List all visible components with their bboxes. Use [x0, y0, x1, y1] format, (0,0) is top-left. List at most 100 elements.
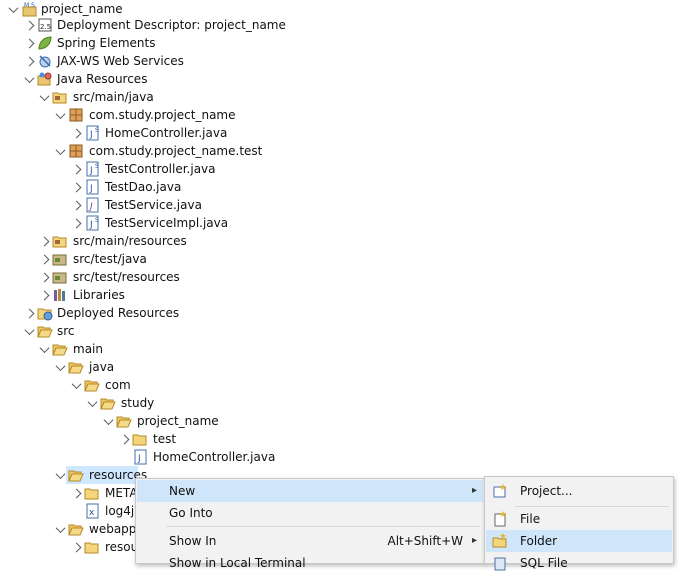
- tree-item-label: resou: [105, 540, 139, 554]
- tree-item-label: HomeController.java: [105, 126, 228, 140]
- tree-row-java-file[interactable]: J TestDao.java: [0, 178, 678, 196]
- chevron-down-icon[interactable]: [39, 88, 49, 106]
- test-source-folder-icon: [52, 269, 68, 285]
- tree-item-label: Deployed Resources: [57, 306, 180, 320]
- chevron-down-icon[interactable]: [103, 412, 113, 430]
- chevron-right-icon[interactable]: [24, 304, 34, 322]
- tree-row-jax-ws[interactable]: JAX-WS Web Services: [0, 52, 678, 70]
- chevron-down-icon[interactable]: [55, 466, 65, 484]
- chevron-down-icon[interactable]: [39, 340, 49, 358]
- tree-row-src-main-java[interactable]: src/main/java: [0, 88, 678, 106]
- chevron-down-icon[interactable]: [24, 70, 34, 88]
- submenu-item-file[interactable]: File: [486, 508, 672, 530]
- tree-row-package[interactable]: com.study.project_name: [0, 106, 678, 124]
- svg-text:S: S: [95, 217, 99, 224]
- chevron-down-icon[interactable]: [24, 322, 34, 340]
- tree-row-java[interactable]: java: [0, 358, 678, 376]
- menu-item-go-into[interactable]: Go Into: [137, 502, 483, 524]
- web-services-icon: [37, 53, 53, 69]
- chevron-right-icon[interactable]: [71, 124, 81, 142]
- tree-item-label: src/main/resources: [73, 234, 187, 248]
- tree-item-label: src/main/java: [73, 90, 154, 104]
- tree-row-libraries[interactable]: Libraries: [0, 286, 678, 304]
- xml-file-icon: x: [85, 503, 101, 519]
- chevron-right-icon[interactable]: [71, 160, 81, 178]
- context-menu: New ▸ Go Into Show In Alt+Shift+W ▸ Show…: [135, 478, 485, 570]
- shortcut-label: Alt+Shift+W: [387, 534, 464, 548]
- chevron-right-icon[interactable]: [71, 178, 81, 196]
- chevron-right-icon[interactable]: [71, 538, 81, 556]
- menu-item-show-in-local-terminal[interactable]: Show in Local Terminal: [137, 552, 483, 574]
- java-file-icon: JS: [85, 161, 101, 177]
- tree-row-java-file[interactable]: JS TestServiceImpl.java: [0, 214, 678, 232]
- folder-icon: [84, 539, 100, 555]
- chevron-down-icon[interactable]: [55, 520, 65, 538]
- tree-row-src-test-java[interactable]: src/test/java: [0, 250, 678, 268]
- folder-icon: [132, 431, 148, 447]
- chevron-right-icon[interactable]: [24, 52, 34, 70]
- chevron-right-icon[interactable]: [39, 232, 49, 250]
- chevron-down-icon[interactable]: [71, 376, 81, 394]
- chevron-right-icon[interactable]: [39, 268, 49, 286]
- tree-row-java-resources[interactable]: Java Resources: [0, 70, 678, 88]
- submenu-item-project[interactable]: Project...: [486, 480, 672, 502]
- new-file-icon: [492, 511, 508, 527]
- tree-row-src[interactable]: src: [0, 322, 678, 340]
- tree-row-package-test[interactable]: com.study.project_name.test: [0, 142, 678, 160]
- open-folder-icon: [68, 467, 84, 483]
- tree-item-label: com.study.project_name: [89, 108, 236, 122]
- tree-row-file[interactable]: J HomeController.java: [0, 448, 678, 466]
- chevron-right-icon[interactable]: [71, 196, 81, 214]
- chevron-right-icon[interactable]: [24, 34, 34, 52]
- tree-row-deployment-descriptor[interactable]: 2.5 Deployment Descriptor: project_name: [0, 16, 678, 34]
- chevron-down-icon[interactable]: [55, 142, 65, 160]
- tree-row-main[interactable]: main: [0, 340, 678, 358]
- tree-row-java-file[interactable]: J TestService.java: [0, 196, 678, 214]
- chevron-right-icon[interactable]: [39, 286, 49, 304]
- submenu-item-sql-file[interactable]: SQL File: [486, 552, 672, 574]
- chevron-right-icon[interactable]: [39, 250, 49, 268]
- new-submenu: Project... File Folder SQL File: [484, 476, 674, 571]
- submenu-arrow-icon: ▸: [471, 535, 477, 546]
- tree-row-java-file[interactable]: JS TestController.java: [0, 160, 678, 178]
- menu-item-new[interactable]: New ▸: [137, 480, 483, 502]
- open-folder-icon: [37, 323, 53, 339]
- package-icon: [68, 143, 84, 159]
- tree-item-label: Spring Elements: [57, 36, 156, 50]
- tree-item-label: log4j: [105, 504, 135, 518]
- svg-text:J: J: [89, 166, 93, 176]
- java-file-icon: JS: [85, 215, 101, 231]
- tree-item-label: test: [153, 432, 177, 446]
- menu-item-label: New: [169, 484, 196, 498]
- chevron-right-icon[interactable]: [24, 16, 34, 34]
- svg-text:J: J: [89, 184, 93, 194]
- chevron-right-icon[interactable]: [71, 484, 81, 502]
- tree-item-label: src/test/resources: [73, 270, 180, 284]
- tree-row-deployed-resources[interactable]: Deployed Resources: [0, 304, 678, 322]
- tree-row-project-name-folder[interactable]: project_name: [0, 412, 678, 430]
- tree-row-com[interactable]: com: [0, 376, 678, 394]
- libraries-icon: [52, 287, 68, 303]
- tree-row-src-main-resources[interactable]: src/main/resources: [0, 232, 678, 250]
- tree-row-spring-elements[interactable]: Spring Elements: [0, 34, 678, 52]
- svg-text:M: M: [24, 2, 29, 9]
- tree-item-label: main: [73, 342, 103, 356]
- submenu-item-label: SQL File: [520, 556, 568, 570]
- chevron-down-icon[interactable]: [55, 358, 65, 376]
- chevron-down-icon[interactable]: [87, 394, 97, 412]
- tree-row-src-test-resources[interactable]: src/test/resources: [0, 268, 678, 286]
- tree-row-study[interactable]: study: [0, 394, 678, 412]
- tree-item-label: src: [57, 324, 75, 338]
- submenu-item-label: Project...: [520, 484, 573, 498]
- tree-item-label: Java Resources: [57, 72, 148, 86]
- java-file-icon: J: [85, 179, 101, 195]
- tree-row-java-file[interactable]: JS HomeController.java: [0, 124, 678, 142]
- tree-item-label: TestController.java: [105, 162, 216, 176]
- menu-item-show-in[interactable]: Show In Alt+Shift+W ▸: [137, 530, 483, 552]
- chevron-right-icon[interactable]: [71, 214, 81, 232]
- chevron-down-icon[interactable]: [55, 106, 65, 124]
- tree-row-test[interactable]: test: [0, 430, 678, 448]
- chevron-right-icon[interactable]: [119, 430, 129, 448]
- submenu-item-folder[interactable]: Folder: [486, 530, 672, 552]
- tree-item-label: TestDao.java: [105, 180, 182, 194]
